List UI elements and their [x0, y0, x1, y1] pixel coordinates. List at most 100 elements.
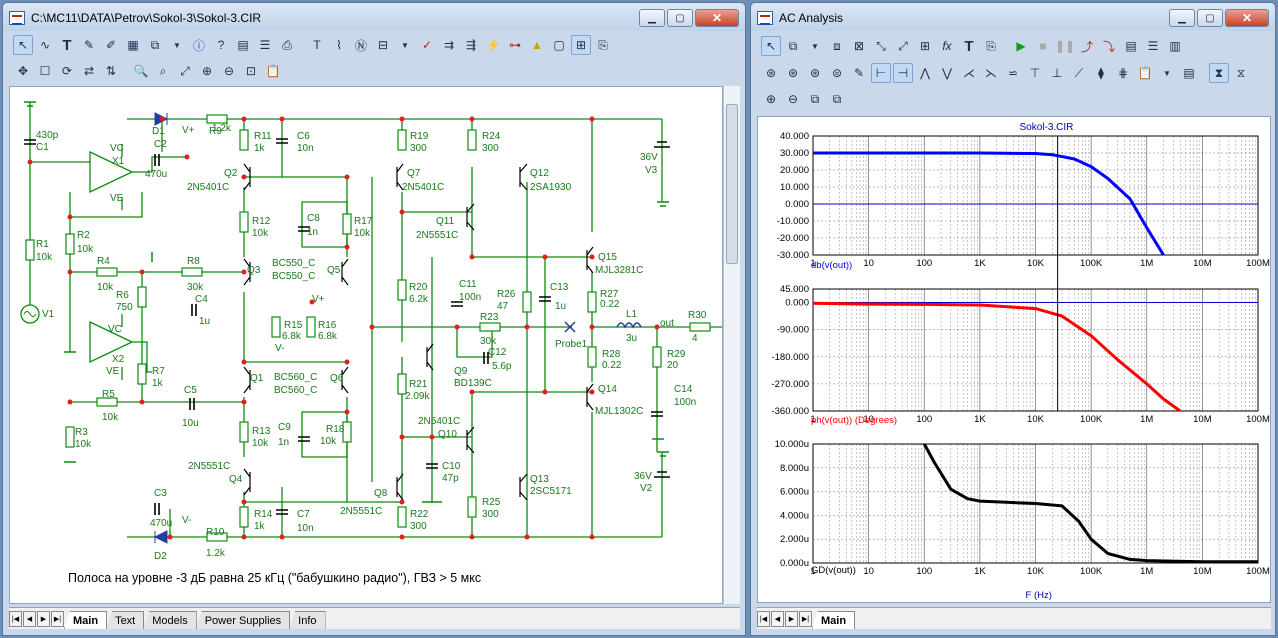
- step-icon[interactable]: ⤴: [1077, 36, 1097, 56]
- table-icon[interactable]: ▤: [233, 35, 253, 55]
- properties-icon[interactable]: ⎘: [593, 35, 613, 55]
- zoom-y-icon[interactable]: ⊛: [783, 63, 803, 83]
- ungroup-icon[interactable]: ⧉: [827, 89, 847, 109]
- cursor-low-icon[interactable]: ⋁: [937, 63, 957, 83]
- maximize-button[interactable]: ▢: [667, 9, 693, 27]
- clear-icon[interactable]: ⊜: [827, 63, 847, 83]
- zoom-x-icon[interactable]: ⊛: [761, 63, 781, 83]
- find-next-icon[interactable]: ⌕: [153, 61, 173, 81]
- info-icon[interactable]: ⓘ: [189, 35, 209, 55]
- help-icon[interactable]: ?: [211, 35, 231, 55]
- cursor-peak-icon[interactable]: ⊢: [871, 63, 891, 83]
- step-back-icon[interactable]: ⤵: [1099, 36, 1119, 56]
- cursor-inflection-icon[interactable]: ⋌: [959, 63, 979, 83]
- prev-tab-button[interactable]: ◀: [771, 611, 784, 627]
- stepping-icon[interactable]: ⋕: [1113, 63, 1133, 83]
- checkmark-icon[interactable]: ✓: [417, 35, 437, 55]
- move-icon[interactable]: ✥: [13, 61, 33, 81]
- schematic-canvas[interactable]: 430p C1 D1 C2 R9 1.2k V+ X1 VC VE 470u R…: [9, 86, 723, 604]
- select-mode-icon[interactable]: ↖: [761, 36, 781, 56]
- dropdown-icon[interactable]: ▼: [805, 36, 825, 56]
- warning-icon[interactable]: ▲: [527, 35, 547, 55]
- cursor-high-icon[interactable]: ⋀: [915, 63, 935, 83]
- zoom-out-icon[interactable]: ⊖: [783, 89, 803, 109]
- analysis-titlebar[interactable]: AC Analysis ▁ ▢ ✕: [751, 3, 1275, 31]
- fit-icon[interactable]: ⤢: [175, 61, 195, 81]
- thumbnail-icon[interactable]: ⧖: [1231, 63, 1251, 83]
- stop-icon[interactable]: ■: [1033, 36, 1053, 56]
- dropdown-icon[interactable]: ▼: [167, 35, 187, 55]
- find-icon[interactable]: 🔍: [131, 61, 151, 81]
- copy-icon[interactable]: ⧉: [145, 35, 165, 55]
- page-icon[interactable]: ⎙: [277, 35, 297, 55]
- last-tab-button[interactable]: ▶|: [799, 611, 812, 627]
- scale-icon[interactable]: ⊠: [849, 36, 869, 56]
- current-flow-icon[interactable]: ⇉: [439, 35, 459, 55]
- node-voltage-icon[interactable]: ⌇: [329, 35, 349, 55]
- split-icon[interactable]: ⊞: [571, 35, 591, 55]
- animate-icon[interactable]: ⧗: [1209, 63, 1229, 83]
- tab-text[interactable]: Text: [106, 611, 145, 629]
- cursor-top-icon[interactable]: ⊤: [1025, 63, 1045, 83]
- condition-icon[interactable]: ⚡: [483, 35, 503, 55]
- mirror-h-icon[interactable]: ⇄: [79, 61, 99, 81]
- minimize-button[interactable]: ▁: [639, 9, 665, 27]
- tab-main[interactable]: Main: [64, 611, 108, 629]
- copy-icon[interactable]: ⧉: [783, 36, 803, 56]
- next-tab-button[interactable]: ▶: [37, 611, 50, 627]
- schematic-titlebar[interactable]: C:\MC11\DATA\Petrov\Sokol-3\Sokol-3.CIR …: [3, 3, 745, 31]
- mirror-v-icon[interactable]: ⇅: [101, 61, 121, 81]
- prev-tab-button[interactable]: ◀: [23, 611, 36, 627]
- pen-icon[interactable]: ✐: [101, 35, 121, 55]
- clipboard-icon[interactable]: 📋: [1135, 63, 1155, 83]
- cursor-global-low-icon[interactable]: ⋍: [1003, 63, 1023, 83]
- maximize-button[interactable]: ▢: [1197, 9, 1223, 27]
- clipboard-icon[interactable]: 📋: [263, 61, 283, 81]
- pin-connect-icon[interactable]: ⊶: [505, 35, 525, 55]
- frame-icon[interactable]: ▢: [549, 35, 569, 55]
- cursor-valley-icon[interactable]: ⊣: [893, 63, 913, 83]
- node-numbers-icon[interactable]: Ⓝ: [351, 35, 371, 55]
- list-icon[interactable]: ☰: [255, 35, 275, 55]
- pin-icon[interactable]: ⊟: [373, 35, 393, 55]
- list-icon[interactable]: ☰: [1143, 36, 1163, 56]
- last-tab-button[interactable]: ▶|: [51, 611, 64, 627]
- chart-icon[interactable]: ⧈: [827, 36, 847, 56]
- zoom-in-icon[interactable]: ⊕: [761, 89, 781, 109]
- select-mode-icon[interactable]: ↖: [13, 35, 33, 55]
- pencil-icon[interactable]: ✎: [79, 35, 99, 55]
- edit-icon[interactable]: ✎: [849, 63, 869, 83]
- cursor-icon[interactable]: ⤢: [893, 36, 913, 56]
- node-text-icon[interactable]: T: [307, 35, 327, 55]
- tab-power-supplies[interactable]: Power Supplies: [195, 611, 291, 629]
- next-tab-button[interactable]: ▶: [785, 611, 798, 627]
- text-tool-icon[interactable]: T: [57, 35, 77, 55]
- tab-info[interactable]: Info: [289, 611, 326, 629]
- table-icon[interactable]: ▤: [1121, 36, 1141, 56]
- close-button[interactable]: ✕: [695, 9, 739, 27]
- slope-icon[interactable]: ⟋: [1069, 63, 1089, 83]
- tab-main[interactable]: Main: [812, 611, 856, 629]
- cursor-bottom-icon[interactable]: ⊥: [1047, 63, 1067, 83]
- analysis-plot-area[interactable]: Sokol-3.CIR 40.000 30.000 20.000 10.000 0.000…: [757, 116, 1271, 603]
- zoom-in-icon[interactable]: ⊕: [197, 61, 217, 81]
- tag-icon[interactable]: ⧫: [1091, 63, 1111, 83]
- schematic-vertical-scrollbar[interactable]: [723, 86, 740, 604]
- data-icon[interactable]: ⊞: [915, 36, 935, 56]
- zoom-out-icon[interactable]: ⊖: [219, 61, 239, 81]
- group-icon[interactable]: ⧉: [805, 89, 825, 109]
- zoom-xy-icon[interactable]: ⊛: [805, 63, 825, 83]
- box-icon[interactable]: ☐: [35, 61, 55, 81]
- dropdown-icon[interactable]: ▼: [395, 35, 415, 55]
- numeric-output-icon[interactable]: ▤: [1179, 63, 1199, 83]
- grid-icon[interactable]: ▦: [123, 35, 143, 55]
- zoom-icon[interactable]: ⤡: [871, 36, 891, 56]
- run-icon[interactable]: ▶: [1011, 36, 1031, 56]
- function-icon[interactable]: fx: [937, 36, 957, 56]
- minimize-button[interactable]: ▁: [1169, 9, 1195, 27]
- scrollbar-thumb[interactable]: [726, 104, 738, 264]
- tab-models[interactable]: Models: [143, 611, 197, 629]
- wire-icon[interactable]: ∿: [35, 35, 55, 55]
- text-tool-icon[interactable]: T: [959, 36, 979, 56]
- columns-icon[interactable]: ▥: [1165, 36, 1185, 56]
